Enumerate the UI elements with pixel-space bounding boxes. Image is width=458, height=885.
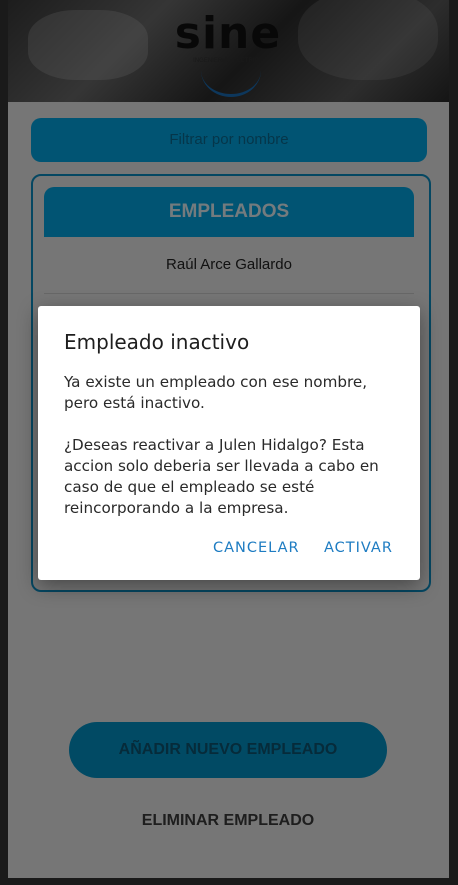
dialog-message: Ya existe un empleado con ese nombre, pe… bbox=[64, 373, 379, 517]
inactive-employee-dialog: Empleado inactivo Ya existe un empleado … bbox=[38, 306, 420, 580]
dialog-title: Empleado inactivo bbox=[64, 330, 250, 354]
cancel-button[interactable]: CANCELAR bbox=[213, 540, 300, 556]
activate-button[interactable]: ACTIVAR bbox=[324, 540, 393, 556]
